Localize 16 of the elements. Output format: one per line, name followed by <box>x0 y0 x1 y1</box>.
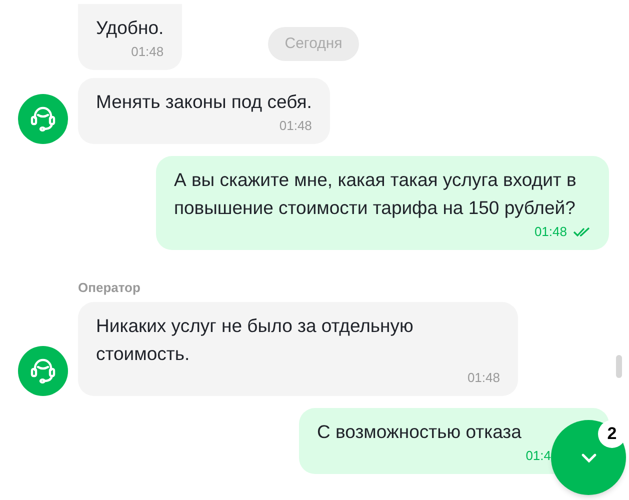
message-text: А вы скажите мне, какая такая услуга входит в повышение стоимости тарифа на 150 рублей? <box>174 168 578 220</box>
message-time: 01:48 <box>534 224 567 240</box>
message-text: Удобно. <box>96 16 164 40</box>
message-text: Никаких услуг не было за отдельную стоимость. <box>96 314 414 366</box>
message-text: Менять законы под себя. <box>96 90 312 114</box>
sender-name: Оператор <box>78 279 142 297</box>
message-text: С возможностью отказа <box>317 420 522 444</box>
message-time: 01:4 <box>526 448 551 464</box>
scroll-down-button[interactable]: 2 <box>551 420 626 495</box>
chevron-down-icon <box>580 452 596 462</box>
date-separator: Сегодня <box>268 27 359 61</box>
message-time: 01:48 <box>131 44 164 60</box>
unread-count-badge: 2 <box>598 420 626 448</box>
scrollbar-thumb[interactable] <box>616 355 622 378</box>
message-time: 01:48 <box>467 370 500 386</box>
message-time: 01:48 <box>279 118 312 134</box>
